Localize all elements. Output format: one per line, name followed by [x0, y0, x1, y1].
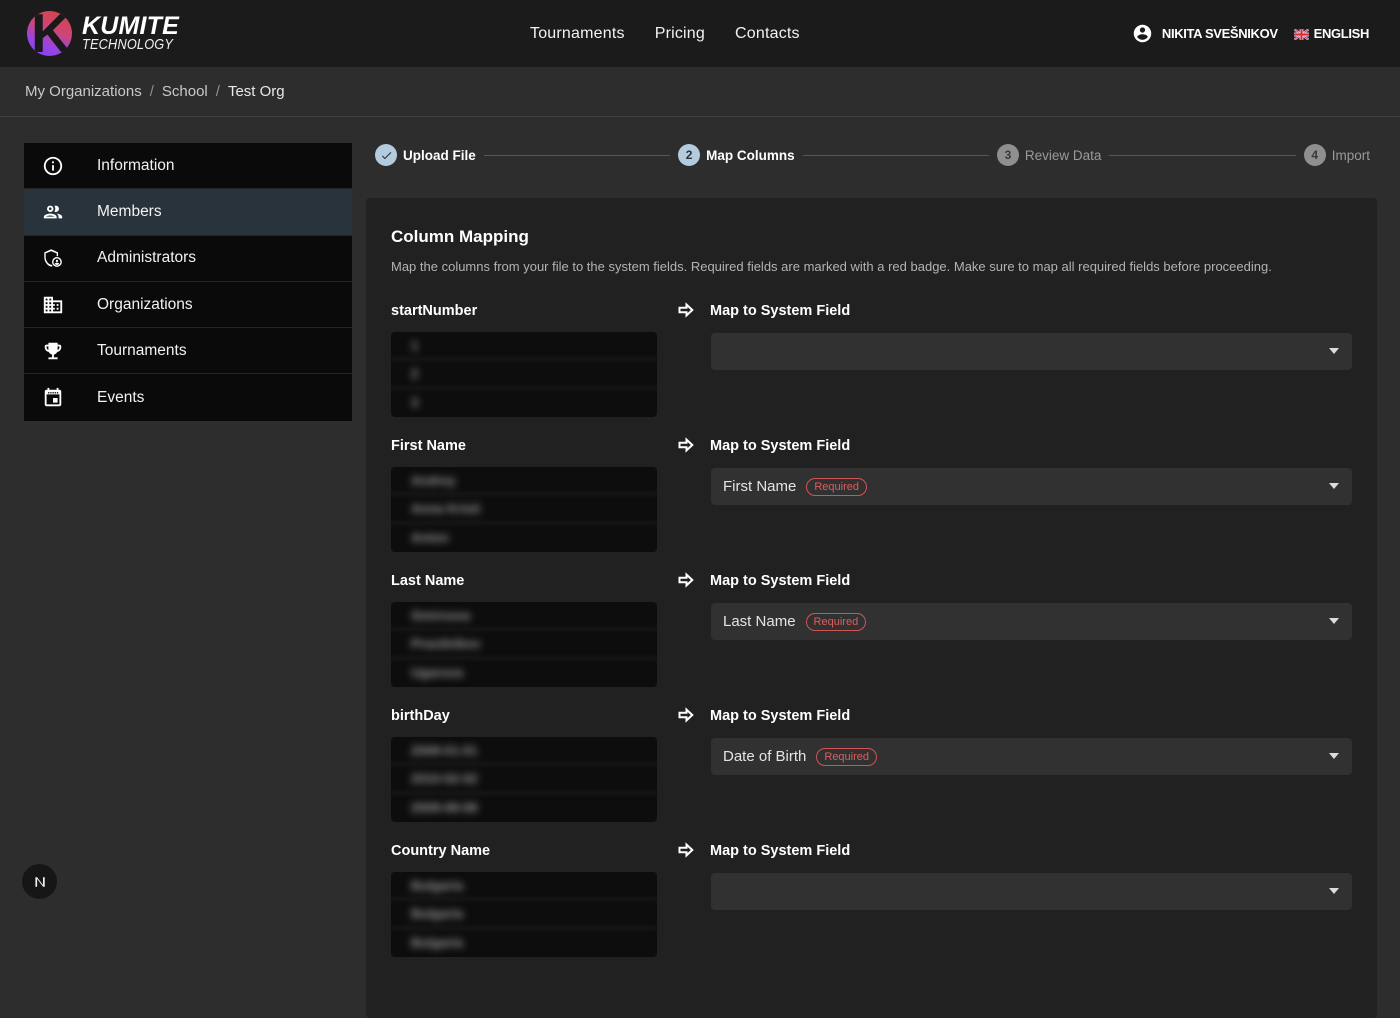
svg-text:K: K [31, 11, 71, 56]
